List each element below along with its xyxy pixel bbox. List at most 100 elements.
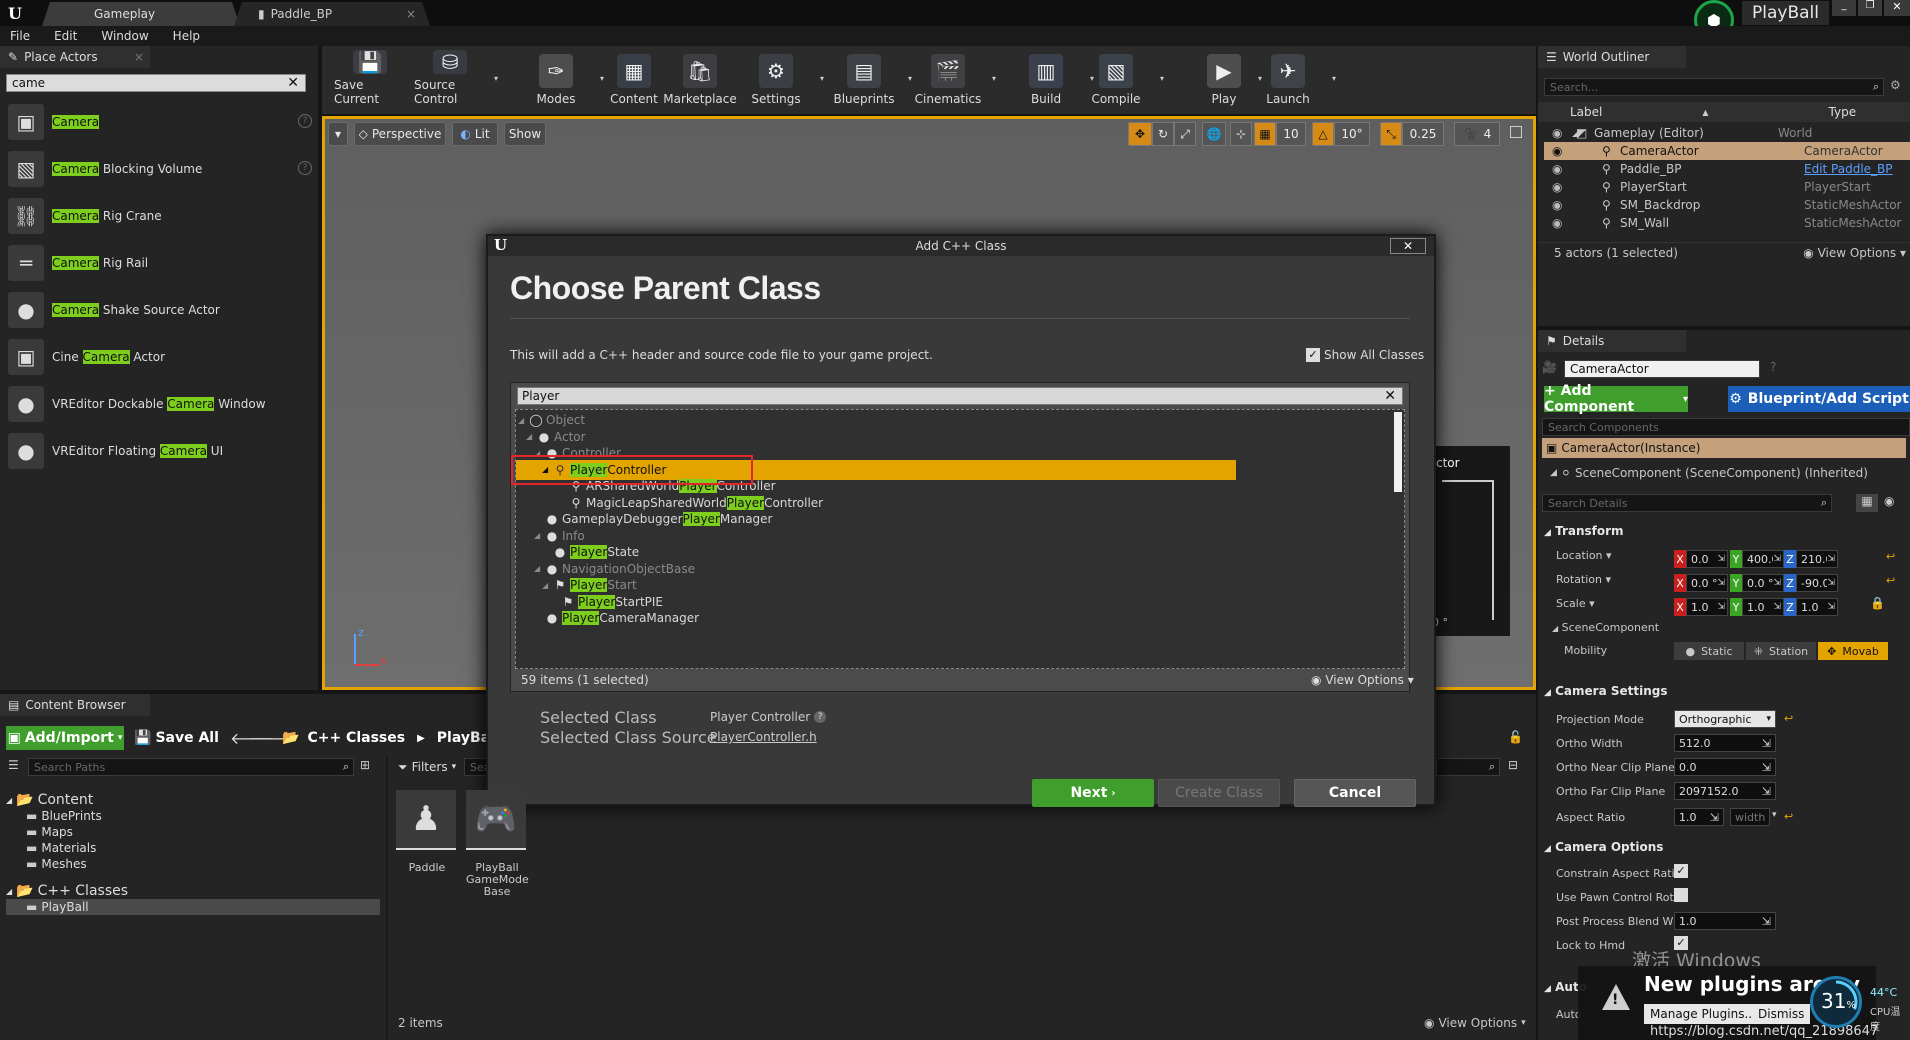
expand-arrow-icon[interactable]: ◢ [526, 432, 536, 441]
tree-scrollbar[interactable] [1394, 412, 1402, 492]
close-tab-icon[interactable]: × [134, 50, 144, 64]
expand-arrow-icon[interactable]: ◢ [518, 416, 528, 425]
aspect-ratio-input[interactable]: 1.0 ⇲ [1674, 808, 1724, 826]
outliner-row[interactable]: ◉ ⚲ SM_Backdrop StaticMeshActor [1544, 196, 1910, 214]
actor-list-item[interactable]: ● Camera Shake Source Actor [8, 288, 308, 332]
expand-arrow-icon[interactable]: ◢ [6, 796, 12, 805]
dropdown-arrow-icon[interactable]: ▾ [1160, 74, 1164, 83]
content-folder-item[interactable]: ◢ 📂 C++ Classes [6, 883, 380, 899]
save-all-button[interactable]: 💾 Save All [134, 726, 219, 750]
content-folder-item[interactable]: ▬ Maps [6, 824, 380, 840]
reset-aspect-icon[interactable]: ↩ [1784, 810, 1793, 823]
visibility-eye-icon[interactable]: ◉ [1552, 144, 1572, 158]
scale-snap-icon[interactable]: ⤡ [1380, 122, 1402, 146]
tab-gameplay[interactable]: Gameplay [42, 2, 240, 26]
add-component-button[interactable]: + Add Component ▾ [1544, 383, 1688, 415]
dropdown-arrow-icon[interactable]: ▾ [992, 74, 996, 83]
grid-snap-icon[interactable]: ▦ [1254, 122, 1276, 146]
camera-settings-section-header[interactable]: ◢ Camera Settings [1544, 684, 1668, 698]
content-button[interactable]: ▦ Content [598, 50, 670, 106]
post-process-blend-input[interactable]: 1.0 ⇲ [1674, 912, 1776, 930]
reset-rotation-icon[interactable]: ↩ [1886, 574, 1895, 587]
expand-arrow-icon[interactable]: ◢ [542, 581, 552, 590]
rotation-y-input[interactable]: 0.0 ° ⇲ [1742, 574, 1784, 592]
dropdown-arrow-icon[interactable]: ▾ [1332, 74, 1336, 83]
aspect-preset-dropdown-icon[interactable]: ▾ [1772, 810, 1777, 820]
content-folder-item[interactable]: ▬ Materials [6, 840, 380, 856]
actor-list-item[interactable]: ⛓ Camera Rig Crane [8, 194, 308, 238]
tab-paddle-bp[interactable]: ▮ Paddle_BP × [234, 2, 430, 26]
search-details-input[interactable]: Search Details ⌕ [1542, 494, 1832, 512]
actor-list-item[interactable]: ▣ Cine Camera Actor [8, 335, 308, 379]
mobility-station-button[interactable]: ⁜ Station [1746, 642, 1816, 660]
actor-list-item[interactable]: ▧ Camera Blocking Volume? [8, 147, 312, 191]
source-control-button[interactable]: ⛁ Source Control ▾ [414, 50, 498, 106]
manage-plugins-button[interactable]: Manage Plugins... [1644, 1004, 1762, 1024]
location-y-input[interactable]: 400.0⇲ [1742, 550, 1784, 568]
ortho-far-input[interactable]: 2097152.0 ⇲ [1674, 782, 1776, 800]
details-tab[interactable]: ⚑ Details [1538, 330, 1686, 352]
place-actors-tab[interactable]: ✎ Place Actors × [0, 46, 150, 68]
menu-edit[interactable]: Edit [54, 29, 77, 43]
location-z-input[interactable]: 210.0⇲ [1796, 550, 1838, 568]
col-type-header[interactable]: Type [1829, 105, 1857, 119]
class-tree-row[interactable]: ● Player CameraManager [516, 608, 1386, 628]
close-tab-icon[interactable]: × [406, 7, 416, 21]
camera-speed-button[interactable]: 🎥 4 [1454, 122, 1500, 146]
menu-help[interactable]: Help [173, 29, 200, 43]
dismiss-button[interactable]: Dismiss [1752, 1004, 1811, 1024]
rotation-snap-value[interactable]: 10° [1334, 122, 1370, 146]
grid-snap-value[interactable]: 10 [1276, 122, 1306, 146]
lit-button[interactable]: ◐ Lit [452, 122, 498, 146]
mobility-movable-button[interactable]: ✥ Movab [1818, 642, 1888, 660]
mobility-static-button[interactable]: ● Static [1674, 642, 1744, 660]
settings-button[interactable]: ⚙ Settings ▾ [740, 50, 824, 106]
outliner-search-input[interactable]: Search... ⌕ [1544, 78, 1884, 96]
location-x-input[interactable]: 0.0 ⇲ [1686, 550, 1728, 568]
actor-type[interactable]: Edit Paddle_BP [1804, 162, 1893, 176]
ortho-near-input[interactable]: 0.0 ⇲ [1674, 758, 1776, 776]
clear-search-icon[interactable]: ✕ [1384, 388, 1396, 404]
col-label-header[interactable]: Label [1570, 105, 1602, 119]
projection-mode-select[interactable]: Orthographic ▾ [1674, 710, 1776, 728]
unreal-logo-icon[interactable]: U [4, 2, 26, 24]
content-folder-item[interactable]: ◢ 📂 Content [6, 792, 380, 808]
asset-tile[interactable]: 🎮 PlayBall GameMode Base [466, 790, 529, 898]
sources-toggle-icon[interactable]: ☰ [8, 758, 19, 772]
place-actors-search-input[interactable]: came ✕ [6, 74, 306, 92]
scale-lock-icon[interactable]: 🔒 [1870, 596, 1885, 610]
outliner-row[interactable]: ◉ ⚲ PlayerStart PlayerStart [1544, 178, 1910, 196]
ortho-width-input[interactable]: 512.0 ⇲ [1674, 734, 1776, 752]
surface-snap-icon[interactable]: ⊹ [1230, 122, 1252, 146]
scene-component-row[interactable]: ◢ ⚪ SceneComponent (SceneComponent) (Inh… [1550, 464, 1868, 482]
visibility-eye-icon[interactable]: ◉ [1552, 198, 1572, 212]
blueprint-add-script-button[interactable]: ⚙ Blueprint/Add Script [1728, 386, 1910, 412]
world-space-icon[interactable]: 🌐 [1202, 122, 1226, 146]
property-matrix-icon[interactable]: ▦ [1856, 494, 1878, 512]
visibility-filter-icon[interactable]: ◉ [1884, 494, 1894, 508]
add-path-icon[interactable]: ⊞ [360, 758, 370, 772]
asset-tile[interactable]: ♟ Paddle [396, 790, 458, 886]
outliner-row[interactable]: ◉ ⚲ CameraActor CameraActor [1544, 142, 1910, 160]
outliner-settings-icon[interactable]: ⚙ [1890, 78, 1901, 92]
save-button[interactable]: 💾 Save Current [334, 50, 406, 106]
clear-search-icon[interactable]: ✕ [287, 75, 299, 91]
component-instance-row[interactable]: ▣ CameraActor(Instance) [1542, 438, 1906, 458]
launch-button[interactable]: ✈ Launch ▾ [1252, 50, 1336, 106]
dropdown-arrow-icon[interactable]: ▾ [494, 74, 498, 83]
blueprints-button[interactable]: ▤ Blueprints ▾ [828, 50, 912, 106]
visibility-eye-icon[interactable]: ◉ [1552, 126, 1572, 140]
show-button[interactable]: Show [504, 122, 546, 146]
add-import-button[interactable]: ▣ Add/Import ▾ [6, 726, 124, 750]
content-folder-item[interactable]: ▬ Meshes [6, 856, 380, 872]
scale-y-input[interactable]: 1.0 ⇲ [1742, 598, 1784, 616]
help-icon[interactable]: ? [298, 161, 312, 175]
maximize-viewport-icon[interactable] [1510, 126, 1522, 138]
help-icon[interactable]: ? [1770, 360, 1776, 374]
translate-tool-icon[interactable]: ✥ [1128, 122, 1152, 146]
use-pawn-control-checkbox[interactable] [1674, 888, 1688, 902]
cb-view-options-button[interactable]: ◉ View Options ▾ [1424, 1016, 1526, 1030]
selected-source-link[interactable]: PlayerController.h [710, 730, 817, 744]
visibility-eye-icon[interactable]: ◉ [1552, 216, 1572, 230]
dialog-close-button[interactable]: ✕ [1390, 238, 1426, 254]
